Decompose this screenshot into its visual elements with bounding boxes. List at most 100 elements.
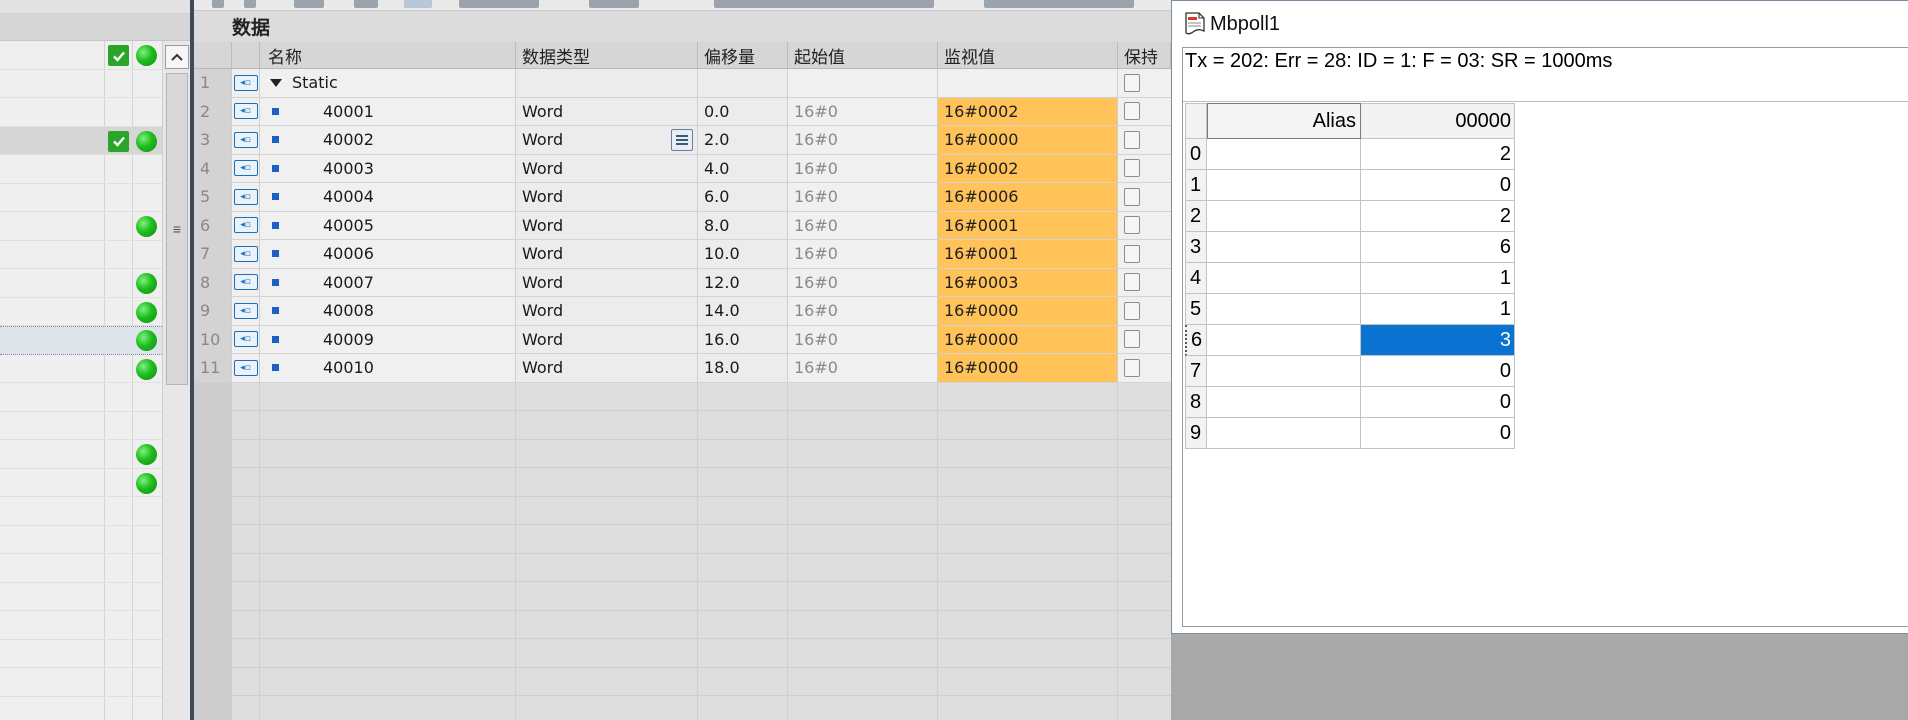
project-tree-row[interactable] <box>0 184 162 212</box>
type-picker-button[interactable] <box>671 129 693 151</box>
table-row[interactable]: 2 ◂▫ 40001 Word 0.0 16#0 16#0002 <box>194 97 1171 126</box>
empty-table-row[interactable] <box>194 382 1171 411</box>
retain-cell[interactable] <box>1118 468 1171 496</box>
start-value-cell[interactable] <box>788 639 938 667</box>
start-value-cell[interactable] <box>788 610 938 638</box>
retain-cell[interactable] <box>1118 582 1171 610</box>
column-header-offset[interactable]: 偏移量 <box>698 42 788 68</box>
retain-cell[interactable] <box>1118 297 1171 325</box>
project-tree-row[interactable] <box>0 583 162 611</box>
empty-table-row[interactable] <box>194 468 1171 497</box>
name-cell[interactable]: 40006 <box>260 240 516 268</box>
register-row[interactable]: 80 <box>1185 387 1515 418</box>
table-row[interactable]: 7 ◂▫ 40006 Word 10.0 16#0 16#0001 <box>194 240 1171 269</box>
table-row[interactable]: 4 ◂▫ 40003 Word 4.0 16#0 16#0002 <box>194 154 1171 183</box>
start-value-cell[interactable]: 16#0 <box>788 240 938 268</box>
register-row[interactable]: 36 <box>1185 232 1515 263</box>
start-value-cell[interactable] <box>788 553 938 581</box>
name-cell[interactable] <box>260 696 516 720</box>
column-header-type[interactable]: 数据类型 <box>516 42 698 68</box>
project-tree-row[interactable] <box>0 554 162 583</box>
toolbar-button[interactable] <box>714 0 934 8</box>
type-cell[interactable] <box>516 69 698 97</box>
empty-table-row[interactable] <box>194 696 1171 720</box>
empty-table-row[interactable] <box>194 439 1171 468</box>
project-tree-row[interactable] <box>0 412 162 440</box>
retain-cell[interactable] <box>1118 155 1171 183</box>
retain-checkbox[interactable] <box>1124 301 1140 320</box>
retain-cell[interactable] <box>1118 497 1171 525</box>
register-value-cell[interactable]: 0 <box>1361 170 1515 201</box>
start-value-cell[interactable]: 16#0 <box>788 325 938 353</box>
column-header-retain[interactable]: 保持 <box>1118 42 1171 68</box>
toolbar-button[interactable] <box>294 0 324 8</box>
type-cell[interactable]: Word <box>516 297 698 325</box>
start-value-cell[interactable] <box>788 468 938 496</box>
type-cell[interactable] <box>516 553 698 581</box>
type-cell[interactable]: Word <box>516 240 698 268</box>
retain-cell[interactable] <box>1118 98 1171 126</box>
type-cell[interactable]: Word <box>516 325 698 353</box>
retain-checkbox[interactable] <box>1124 102 1140 121</box>
type-cell[interactable] <box>516 696 698 720</box>
name-cell[interactable] <box>260 411 516 439</box>
name-cell[interactable]: 40008 <box>260 297 516 325</box>
start-value-cell[interactable]: 16#0 <box>788 211 938 239</box>
alias-cell[interactable] <box>1207 387 1361 418</box>
retain-cell[interactable] <box>1118 383 1171 411</box>
mbpoll-window[interactable]: Mbpoll1 Tx = 202: Err = 28: ID = 1: F = … <box>1171 0 1908 634</box>
toolbar-button[interactable] <box>244 0 256 8</box>
type-cell[interactable] <box>516 439 698 467</box>
table-row[interactable]: 3 ◂▫ 40002 Word 2.0 16#0 16#0000 <box>194 126 1171 155</box>
start-value-cell[interactable] <box>788 696 938 720</box>
name-cell[interactable] <box>260 610 516 638</box>
register-row[interactable]: 70 <box>1185 356 1515 387</box>
toolbar-button[interactable] <box>212 0 224 8</box>
type-cell[interactable]: Word <box>516 354 698 382</box>
name-cell[interactable]: 40007 <box>260 268 516 296</box>
table-row[interactable]: 11 ◂▫ 40010 Word 18.0 16#0 16#0000 <box>194 354 1171 383</box>
empty-table-row[interactable] <box>194 639 1171 668</box>
project-tree-row[interactable] <box>0 383 162 412</box>
retain-checkbox[interactable] <box>1124 330 1140 349</box>
retain-checkbox[interactable] <box>1124 216 1140 235</box>
name-cell[interactable]: 40002 <box>260 126 516 154</box>
start-value-cell[interactable]: 16#0 <box>788 154 938 182</box>
alias-column-header[interactable]: Alias <box>1207 103 1361 139</box>
retain-checkbox[interactable] <box>1124 358 1140 377</box>
name-cell[interactable] <box>260 553 516 581</box>
name-cell[interactable]: 40003 <box>260 154 516 182</box>
start-value-cell[interactable] <box>788 382 938 410</box>
alias-cell[interactable] <box>1207 170 1361 201</box>
start-value-cell[interactable] <box>788 582 938 610</box>
column-header-start[interactable]: 起始值 <box>788 42 938 68</box>
project-tree-scrollbar[interactable]: ≡ <box>162 41 190 720</box>
empty-table-row[interactable] <box>194 667 1171 696</box>
retain-checkbox[interactable] <box>1124 73 1140 92</box>
start-value-cell[interactable]: 16#0 <box>788 126 938 154</box>
start-value-cell[interactable]: 16#0 <box>788 354 938 382</box>
register-row[interactable]: 41 <box>1185 263 1515 294</box>
toolbar-button[interactable] <box>984 0 1134 8</box>
retain-cell[interactable] <box>1118 69 1171 97</box>
value-column-header[interactable]: 00000 <box>1361 103 1515 139</box>
retain-cell[interactable] <box>1118 668 1171 696</box>
type-cell[interactable] <box>516 468 698 496</box>
start-value-cell[interactable]: 16#0 <box>788 183 938 211</box>
retain-cell[interactable] <box>1118 212 1171 240</box>
empty-table-row[interactable] <box>194 496 1171 525</box>
table-row-static[interactable]: 1 ◂▫ Static <box>194 69 1171 98</box>
alias-cell[interactable] <box>1207 232 1361 263</box>
start-value-cell[interactable]: 16#0 <box>788 97 938 125</box>
retain-cell[interactable] <box>1118 326 1171 354</box>
column-header-monitor[interactable]: 监视值 <box>938 42 1118 68</box>
name-cell[interactable] <box>260 639 516 667</box>
name-cell[interactable]: Static <box>260 69 516 97</box>
retain-checkbox[interactable] <box>1124 273 1140 292</box>
type-cell[interactable] <box>516 411 698 439</box>
register-value-cell[interactable]: 1 <box>1361 263 1515 294</box>
retain-checkbox[interactable] <box>1124 187 1140 206</box>
start-value-cell[interactable] <box>788 411 938 439</box>
retain-checkbox[interactable] <box>1124 244 1140 263</box>
type-cell[interactable] <box>516 525 698 553</box>
